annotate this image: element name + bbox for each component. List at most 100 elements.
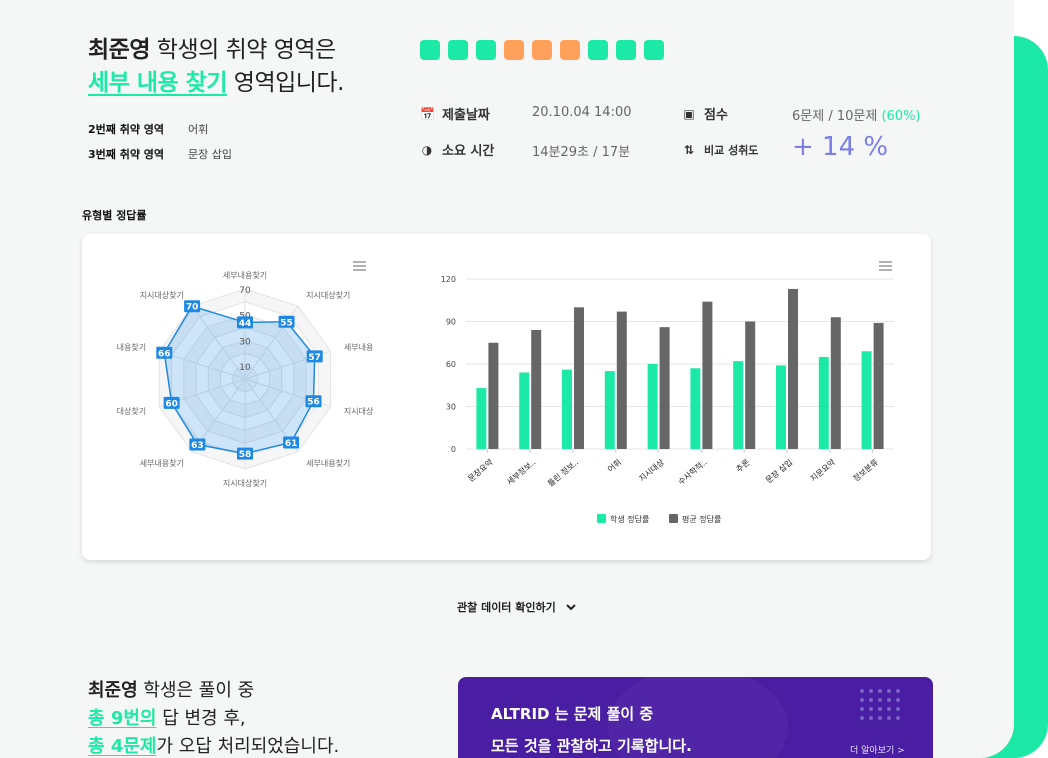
chart-menu-icon[interactable] [353,261,366,271]
summary-line1: 학생은 풀이 중 [137,680,255,701]
radar-value-label: 57 [308,353,321,363]
radar-category-label: 세부내용찾기 [223,270,267,280]
learn-more-link[interactable]: 더 알아보기 > [850,743,905,756]
decor-dot [878,707,882,711]
score-label: ▣ 점수 [682,104,728,124]
second-weak-area: 2번째 취약 영역 어휘 [88,121,208,137]
decor-dot [860,698,864,702]
decor-dot [878,698,882,702]
bar-x-tick-label: 세부정보.. [505,457,538,487]
time-spent-label: ◑ 소요 시간 [420,140,495,160]
radar-tick-label: 10 [239,363,251,373]
answer-square-correct [644,40,664,60]
answer-change-count: 총 9번의 [88,708,157,729]
answer-square-correct [476,40,496,60]
bar-x-tick-label: 정보분류 [851,457,880,484]
decor-dot [896,698,900,702]
answer-square-wrong [532,40,552,60]
clock-icon: ◑ [421,142,433,157]
bar-chart-icon: ▣ [683,106,695,121]
bar-x-tick-label: 문장 삽입 [763,457,794,485]
bar-x-tick-label: 지문요약 [808,456,837,483]
bar-x-tick-label: 어휘 [605,457,623,474]
time-spent-value: 14분29초 / 17분 [532,145,631,160]
decor-dot [896,689,900,693]
answer-square-correct [588,40,608,60]
radar-category-label: 세부내용 [344,343,373,352]
average-bar [788,288,798,449]
radar-value-label: 70 [186,303,199,313]
answer-square-correct [616,40,636,60]
decor-dot [896,707,900,711]
observe-data-button[interactable]: 관찰 데이터 확인하기 [457,599,576,615]
radar-category-label: 세부내용찾기 [140,458,184,468]
chevron-down-icon [566,601,576,614]
student-bar [776,365,786,449]
decor-dot [860,716,864,720]
radar-value-label: 66 [158,349,171,359]
answer-square-correct [420,40,440,60]
chart-menu-icon[interactable] [879,261,892,271]
sort-arrows-icon: ⇅ [683,143,695,157]
second-weak-value: 어휘 [188,123,209,136]
average-bar [531,330,542,449]
average-bar [745,321,756,449]
page-title: 최준영 학생의 취약 영역은 세부 내용 찾기 영역입니다. [88,34,344,100]
student-bar [647,364,658,449]
compare-label: ⇅ 비교 성취도 [682,142,758,158]
student-bar [818,356,829,449]
chart-card: 10305070세부내용찾기지시대상찾기세부내용지시대상세부내용찾기지시대상찾기… [82,234,931,560]
bar-y-tick-label: 60 [446,360,456,369]
student-bar [604,371,615,449]
bar-y-tick-label: 120 [441,275,456,284]
second-weak-label: 2번째 취약 영역 [88,123,165,136]
decor-dot [860,707,864,711]
radar-tick-label: 30 [239,337,251,347]
score-value: 6문제 / 10문제 (60%) [792,105,921,124]
average-bar [830,317,841,449]
radar-tick-label: 70 [239,286,251,296]
change-summary: 최준영 학생은 풀이 중 총 9번의 답 변경 후, 총 4문제가 오답 처리되… [88,677,339,758]
student-bar [476,388,487,449]
legend-label-student: 학생 정답률 [610,514,649,524]
bar-x-tick-label: 수사학적.. [676,457,709,487]
student-bar [562,369,572,449]
promo-line2: 모든 것을 관찰하고 기록합니다. [491,737,692,755]
student-name: 최준영 [88,37,150,63]
student-bar [733,361,744,449]
bar-x-tick-label: 틀린 정보.. [545,457,580,488]
decor-dot [860,689,864,693]
radar-value-label: 56 [307,398,320,408]
radar-category-label: 지시대상찾기 [223,478,267,488]
bar-y-tick-label: 90 [446,318,456,327]
average-bar [702,301,713,449]
average-bar [616,311,627,449]
radar-value-label: 58 [239,450,252,460]
weak-area-highlight: 세부 내용 찾기 [88,70,227,96]
calendar-icon: 📅 [420,106,435,121]
charts-svg: 10305070세부내용찾기지시대상찾기세부내용지시대상세부내용찾기지시대상찾기… [117,261,894,524]
answer-square-wrong [560,40,580,60]
radar-value-label: 44 [239,319,252,329]
legend-swatch-average [669,514,678,523]
promo-banner: ALTRID 는 문제 풀이 중 모든 것을 관찰하고 기록합니다. 더 알아보… [458,677,933,758]
compare-value: + 14 % [792,132,889,162]
summary-line2: 답 변경 후, [156,708,246,729]
radar-value-label: 63 [191,441,204,451]
submit-date-value: 20.10.04 14:00 [532,105,632,120]
decor-dot [887,698,891,702]
third-weak-area: 3번째 취약 영역 문장 삽입 [88,146,232,162]
bar-x-tick-label: 추론 [734,458,751,474]
bar-x-tick-label: 지시대상 [637,456,666,483]
radar-value-label: 61 [285,439,298,449]
radar-category-label: 세부내용찾기 [306,458,350,468]
average-bar [488,342,499,449]
bar-y-tick-label: 0 [451,445,456,454]
decor-dot [869,716,873,720]
decor-dot [869,689,873,693]
radar-category-label: 지시대상찾기 [140,290,184,300]
decor-dot [887,707,891,711]
student-bar [690,368,701,449]
section-title: 유형별 정답률 [82,209,147,222]
decor-dot [869,698,873,702]
